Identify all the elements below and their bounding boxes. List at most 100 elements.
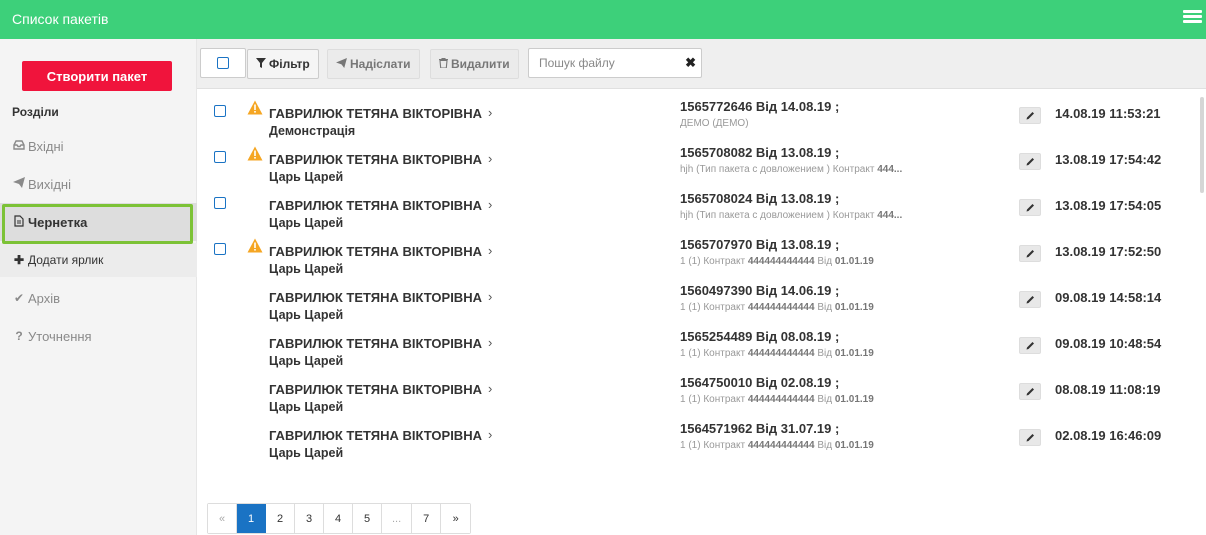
edit-button[interactable] bbox=[1019, 245, 1041, 262]
recipient-name[interactable]: ГАВРИЛЮК ТЕТЯНА ВІКТОРІВНА bbox=[269, 106, 482, 121]
pencil-icon bbox=[1026, 384, 1035, 399]
package-number: 1564750010 Від 02.08.19 ; bbox=[680, 375, 840, 390]
chevron-right-icon[interactable]: › bbox=[488, 151, 492, 166]
sidebar-item-outbox[interactable]: Вихідні bbox=[0, 165, 197, 203]
edit-button[interactable] bbox=[1019, 153, 1041, 170]
sidebar-item-archive[interactable]: ✔ Архів bbox=[0, 279, 197, 317]
pagination-page[interactable]: 7 bbox=[412, 504, 442, 533]
create-package-button[interactable]: Створити пакет bbox=[22, 61, 172, 91]
chevron-right-icon[interactable]: › bbox=[488, 427, 492, 442]
recipient-name[interactable]: ГАВРИЛЮК ТЕТЯНА ВІКТОРІВНА bbox=[269, 428, 482, 443]
scrollbar[interactable] bbox=[1200, 97, 1204, 193]
row-checkbox[interactable] bbox=[214, 105, 226, 117]
list-item[interactable]: ГАВРИЛЮК ТЕТЯНА ВІКТОРІВНА › Демонстрація 1… bbox=[197, 90, 1200, 138]
document-icon bbox=[12, 214, 26, 230]
recipient-name[interactable]: ГАВРИЛЮК ТЕТЯНА ВІКТОРІВНА bbox=[269, 244, 482, 259]
row-checkbox[interactable] bbox=[214, 197, 226, 209]
sidebar-item-draft[interactable]: Чернетка bbox=[0, 203, 197, 241]
sidebar-item-label: Вхідні bbox=[28, 138, 64, 154]
pencil-icon bbox=[1026, 246, 1035, 261]
package-description: 1 (1) Контракт 444444444444 Від 01.01.19 bbox=[680, 348, 874, 359]
chevron-right-icon[interactable]: › bbox=[488, 197, 492, 212]
page-title: Список пакетів bbox=[12, 11, 109, 27]
edit-button[interactable] bbox=[1019, 383, 1041, 400]
row-checkbox[interactable] bbox=[214, 243, 226, 255]
package-number: 1560497390 Від 14.06.19 ; bbox=[680, 283, 840, 298]
sidebar-item-clarification[interactable]: ? Уточнення bbox=[0, 317, 197, 355]
package-number: 1565708024 Від 13.08.19 ; bbox=[680, 191, 840, 206]
pagination-next[interactable]: » bbox=[441, 504, 471, 533]
edit-button[interactable] bbox=[1019, 337, 1041, 354]
pagination-page[interactable]: 4 bbox=[324, 504, 353, 533]
package-description: 1 (1) Контракт 444444444444 Від 01.01.19 bbox=[680, 302, 874, 313]
chevron-right-icon[interactable]: › bbox=[488, 105, 492, 120]
edit-button[interactable] bbox=[1019, 199, 1041, 216]
package-date: 14.08.19 11:53:21 bbox=[1055, 106, 1161, 121]
list-item[interactable]: ГАВРИЛЮК ТЕТЯНА ВІКТОРІВНА › Царь Царей 156… bbox=[197, 136, 1200, 184]
edit-button[interactable] bbox=[1019, 429, 1041, 446]
package-description: ДЕМО (ДЕМО) bbox=[680, 118, 749, 129]
close-icon[interactable]: ✖ bbox=[685, 55, 696, 71]
pagination-page[interactable]: 3 bbox=[295, 504, 324, 533]
list-item[interactable]: ГАВРИЛЮК ТЕТЯНА ВІКТОРІВНА › Царь Царей 156… bbox=[197, 412, 1200, 460]
sidebar-item-label: Чернетка bbox=[28, 214, 88, 230]
package-date: 02.08.19 16:46:09 bbox=[1055, 428, 1162, 443]
package-date: 09.08.19 14:58:14 bbox=[1055, 290, 1162, 305]
list-item[interactable]: ГАВРИЛЮК ТЕТЯНА ВІКТОРІВНА › Царь Царей 156… bbox=[197, 366, 1200, 414]
sidebar-item-inbox[interactable]: Вхідні bbox=[0, 127, 197, 165]
package-description: hjh (Тип пакета с довложением ) Контракт… bbox=[680, 210, 903, 221]
list-item[interactable]: ГАВРИЛЮК ТЕТЯНА ВІКТОРІВНА › Царь Царей 156… bbox=[197, 228, 1200, 276]
chevron-right-icon[interactable]: › bbox=[488, 289, 492, 304]
recipient-name[interactable]: ГАВРИЛЮК ТЕТЯНА ВІКТОРІВНА bbox=[269, 290, 482, 305]
pagination-page[interactable]: 1 bbox=[237, 504, 266, 533]
filter-button[interactable]: Фільтр bbox=[247, 49, 319, 79]
filter-label: Фільтр bbox=[269, 57, 310, 71]
chevron-right-icon[interactable]: › bbox=[488, 243, 492, 258]
list-item[interactable]: ГАВРИЛЮК ТЕТЯНА ВІКТОРІВНА › Царь Царей 156… bbox=[197, 274, 1200, 322]
pagination: «1 2 3 4 5... 7» bbox=[207, 503, 472, 534]
package-date: 09.08.19 10:48:54 bbox=[1055, 336, 1162, 351]
pencil-icon bbox=[1026, 154, 1035, 169]
sidebar-item-label: Вихідні bbox=[28, 176, 71, 192]
chevron-right-icon[interactable]: › bbox=[488, 381, 492, 396]
pencil-icon bbox=[1026, 108, 1035, 123]
sections-label: Розділи bbox=[12, 105, 59, 119]
toolbar: Фільтр Надіслати Видалити ✖ bbox=[197, 39, 1206, 89]
package-list: ГАВРИЛЮК ТЕТЯНА ВІКТОРІВНА › Демонстрація 1… bbox=[197, 90, 1200, 460]
recipient-name[interactable]: ГАВРИЛЮК ТЕТЯНА ВІКТОРІВНА bbox=[269, 152, 482, 167]
send-icon bbox=[336, 57, 347, 71]
warning-icon bbox=[247, 146, 263, 161]
search-input[interactable] bbox=[529, 49, 679, 77]
list-item[interactable]: ГАВРИЛЮК ТЕТЯНА ВІКТОРІВНА › Царь Царей 156… bbox=[197, 320, 1200, 368]
package-description: 1 (1) Контракт 444444444444 Від 01.01.19 bbox=[680, 256, 874, 267]
recipient-name[interactable]: ГАВРИЛЮК ТЕТЯНА ВІКТОРІВНА bbox=[269, 198, 482, 213]
plus-icon: ✚ bbox=[13, 253, 25, 267]
search-box: ✖ bbox=[528, 48, 702, 78]
edit-button[interactable] bbox=[1019, 291, 1041, 308]
pagination-page[interactable]: ... bbox=[382, 504, 413, 533]
row-checkbox[interactable] bbox=[214, 151, 226, 163]
sidebar-item-add-label[interactable]: ✚ Додати ярлик bbox=[0, 243, 197, 277]
pagination-page[interactable]: 5 bbox=[353, 504, 382, 533]
sidebar-item-label: Архів bbox=[28, 290, 61, 306]
pencil-icon bbox=[1026, 338, 1035, 353]
pagination-prev[interactable]: « bbox=[208, 504, 237, 533]
filter-icon bbox=[256, 57, 266, 71]
delete-label: Видалити bbox=[451, 57, 510, 71]
package-date: 08.08.19 11:08:19 bbox=[1055, 382, 1161, 397]
list-item[interactable]: ГАВРИЛЮК ТЕТЯНА ВІКТОРІВНА › Царь Царей 156… bbox=[197, 182, 1200, 230]
edit-button[interactable] bbox=[1019, 107, 1041, 124]
chevron-right-icon[interactable]: › bbox=[488, 335, 492, 350]
recipient-name[interactable]: ГАВРИЛЮК ТЕТЯНА ВІКТОРІВНА bbox=[269, 382, 482, 397]
hamburger-icon[interactable] bbox=[1183, 10, 1202, 25]
delete-button[interactable]: Видалити bbox=[430, 49, 519, 79]
package-date: 13.08.19 17:54:05 bbox=[1055, 198, 1162, 213]
send-label: Надіслати bbox=[350, 57, 411, 71]
send-button[interactable]: Надіслати bbox=[327, 49, 420, 79]
pagination-page[interactable]: 2 bbox=[266, 504, 295, 533]
recipient-name[interactable]: ГАВРИЛЮК ТЕТЯНА ВІКТОРІВНА bbox=[269, 336, 482, 351]
package-number: 1565707970 Від 13.08.19 ; bbox=[680, 237, 840, 252]
package-date: 13.08.19 17:52:50 bbox=[1055, 244, 1162, 259]
package-number: 1564571962 Від 31.07.19 ; bbox=[680, 421, 840, 436]
select-all-checkbox[interactable] bbox=[200, 48, 246, 78]
